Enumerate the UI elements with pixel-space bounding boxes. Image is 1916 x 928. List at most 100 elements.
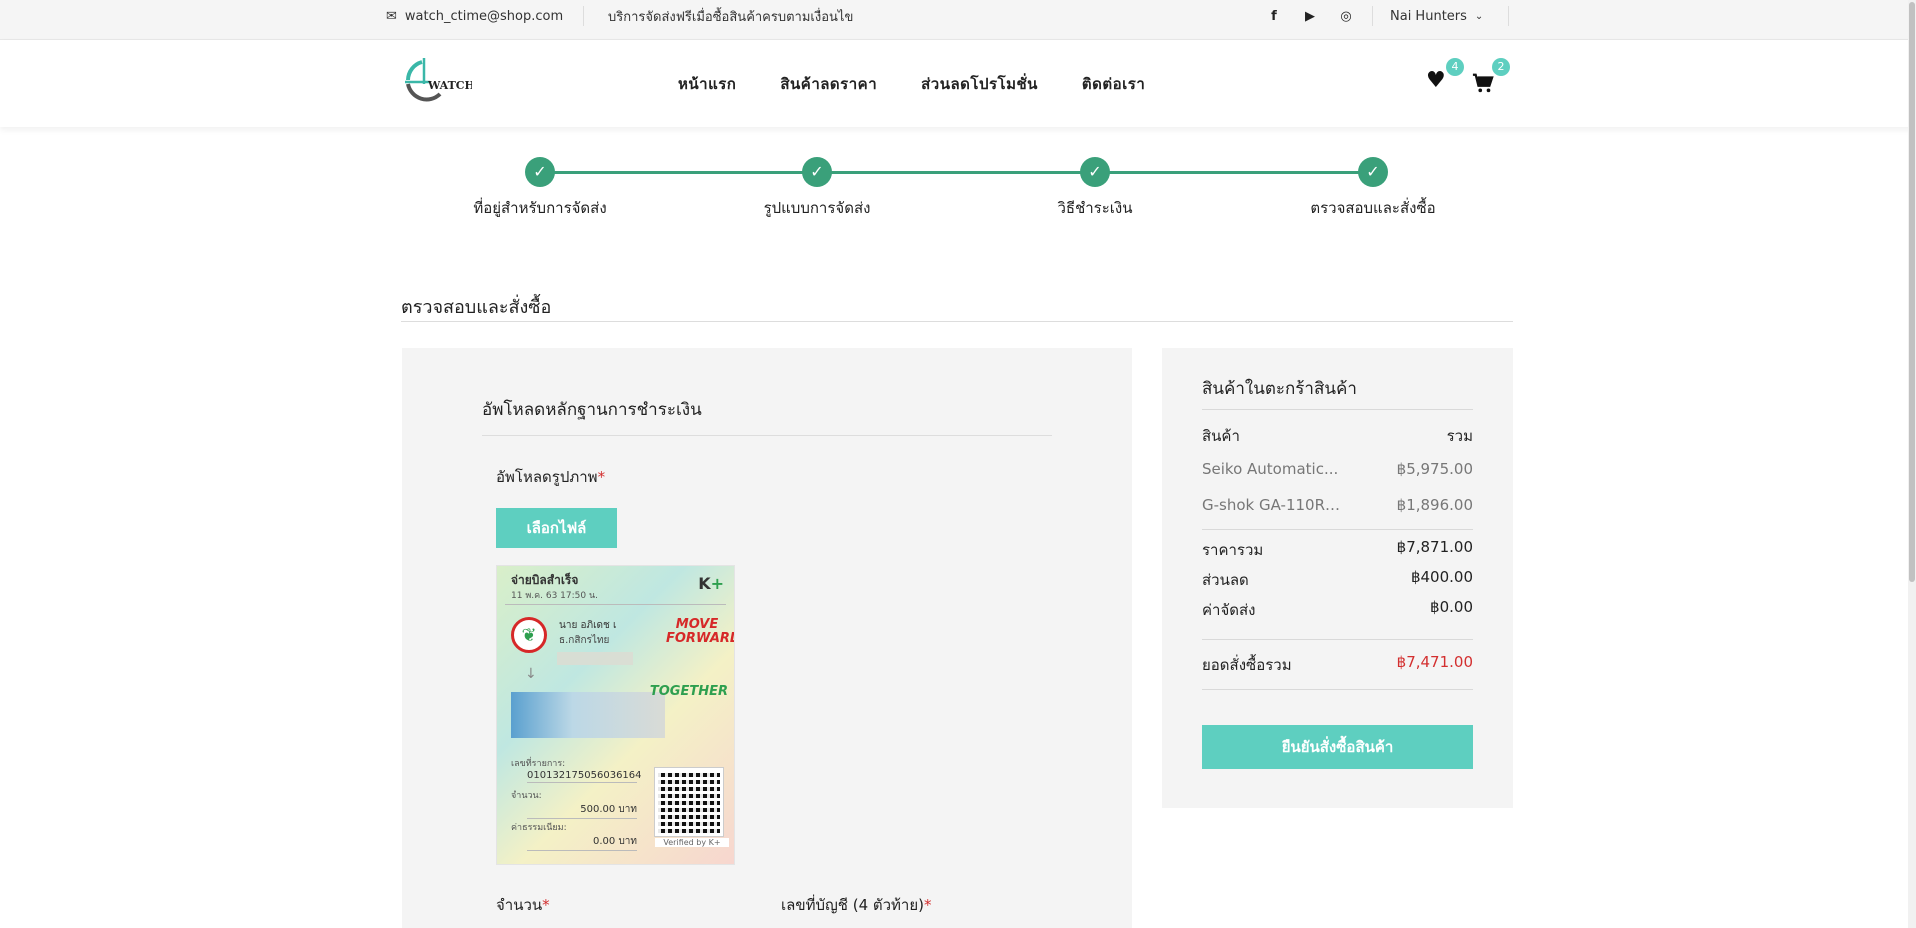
divider [1202, 409, 1473, 410]
shipping-value: ฿0.00 [1430, 598, 1473, 616]
main-header: WATCH หน้าแรก สินค้าลดราคา ส่วนลดโปรโมชั… [0, 40, 1916, 127]
step-shipping-address[interactable]: ✓ ที่อยู่สำหรับการจัดส่ง [440, 157, 640, 220]
discount-label: ส่วนลด [1202, 571, 1249, 589]
payment-slip-image: จ่ายบิลสำเร็จ 11 พ.ค. 63 17:50 น. K+ ❦ น… [496, 565, 735, 865]
checkout-stepper: ✓ ที่อยู่สำหรับการจัดส่ง ✓ รูปแบบการจัดส… [0, 152, 1916, 222]
check-icon: ✓ [1080, 157, 1110, 187]
col-product: สินค้า [1202, 427, 1240, 445]
slip-date: 11 พ.ค. 63 17:50 น. [511, 591, 598, 601]
divider [1202, 639, 1473, 640]
youtube-icon[interactable]: ▶ [1302, 9, 1318, 24]
divider [482, 435, 1052, 436]
step-label: รูปแบบการจัดส่ง [763, 199, 871, 217]
svg-text:WATCH: WATCH [427, 79, 472, 92]
slip-fee-value: 0.00 บาท [527, 834, 637, 851]
nav-promotion[interactable]: ส่วนลดโปรโมชั่น [921, 72, 1038, 96]
slip-amount-value: 500.00 บาท [527, 802, 637, 819]
divider [505, 604, 726, 605]
top-bar: ✉ watch_ctime@shop.com บริการจัดส่งฟรีเม… [0, 0, 1916, 40]
promo-text: บริการจัดส่งฟรีเมื่อซื้อสินค้าครบตามเงื่… [608, 9, 854, 25]
slip-amount-label: จำนวน: [511, 791, 542, 801]
main-nav: หน้าแรก สินค้าลดราคา ส่วนลดโปรโมชั่น ติด… [678, 40, 1145, 127]
cart-item: G-shok GA-110RD... ฿1,896.00 [1202, 496, 1473, 514]
contact-email[interactable]: ✉ watch_ctime@shop.com [386, 0, 563, 32]
subtotal-value: ฿7,871.00 [1396, 538, 1473, 556]
divider [583, 6, 584, 26]
slip-fee-label: ค่าธรรมเนียม: [511, 823, 567, 833]
cart-button[interactable]: 2 [1472, 58, 1510, 98]
scrollbar-thumb[interactable] [1909, 2, 1915, 582]
divider [1202, 529, 1473, 530]
step-shipping-method[interactable]: ✓ รูปแบบการจัดส่ง [717, 157, 917, 220]
step-label: ตรวจสอบและสั่งซื้อ [1310, 199, 1436, 217]
upload-image-label: อัพโหลดรูปภาพ* [496, 468, 606, 486]
blurred-account [557, 652, 633, 665]
kbank-logo-icon: ❦ [511, 617, 547, 653]
social-links: f ▶ ◎ [1266, 0, 1354, 32]
choose-file-button[interactable]: เลือกไฟล์ [496, 508, 617, 548]
arrow-down-icon: ↓ [525, 666, 537, 682]
cart-item: Seiko Automatic... ฿5,975.00 [1202, 460, 1473, 478]
page-scrollbar[interactable] [1908, 0, 1916, 928]
upload-section-title: อัพโหลดหลักฐานการชำระเงิน [482, 400, 702, 420]
header-icons: ♥ 4 2 [1426, 58, 1510, 98]
total-value: ฿7,471.00 [1396, 653, 1473, 671]
heart-icon: ♥ [1426, 68, 1446, 93]
nav-contact[interactable]: ติดต่อเรา [1082, 72, 1145, 96]
subtotal-row: ราคารวม ฿7,871.00 [1202, 538, 1473, 562]
divider [401, 321, 1513, 322]
page-title: ตรวจสอบและสั่งซื้อ [401, 297, 552, 318]
confirm-order-button[interactable]: ยืนยันสั่งซื้อสินค้า [1202, 725, 1473, 769]
kplus-logo: K+ [698, 574, 724, 593]
shipping-row: ค่าจัดส่ง ฿0.00 [1202, 598, 1473, 622]
envelope-icon: ✉ [386, 8, 397, 24]
slip-verified: Verified by K+ [655, 838, 729, 847]
logo[interactable]: WATCH [402, 58, 475, 108]
slip-payer: นาย อภิเดช เ [559, 620, 617, 631]
check-icon: ✓ [802, 157, 832, 187]
check-icon: ✓ [525, 157, 555, 187]
cart-summary-title: สินค้าในตะกร้าสินค้า [1202, 379, 1357, 399]
total-label: ยอดสั่งซื้อรวม [1202, 656, 1292, 674]
watch-logo-icon: WATCH [405, 58, 475, 102]
account-label: เลขที่บัญชี (4 ตัวท้าย)* [781, 896, 932, 914]
facebook-icon[interactable]: f [1266, 9, 1282, 24]
user-name: Nai Hunters [1390, 8, 1467, 24]
email-text: watch_ctime@shop.com [404, 8, 564, 24]
step-label: วิธีชำระเงิน [1057, 199, 1133, 217]
step-review-order[interactable]: ✓ ตรวจสอบและสั่งซื้อ [1273, 157, 1473, 220]
slip-move-forward: MOVE FORWARD [666, 617, 735, 647]
chevron-down-icon: ⌄ [1474, 10, 1484, 22]
check-icon: ✓ [1358, 157, 1388, 187]
slip-ref-label: เลขที่รายการ: [511, 759, 566, 769]
wishlist-button[interactable]: ♥ 4 [1426, 58, 1464, 98]
total-row: ยอดสั่งซื้อรวม ฿7,471.00 [1202, 653, 1473, 677]
quantity-label: จำนวน* [496, 896, 550, 914]
wishlist-count-badge: 4 [1446, 58, 1464, 76]
payment-proof-panel: อัพโหลดหลักฐานการชำระเงิน อัพโหลดรูปภาพ*… [402, 348, 1132, 928]
qr-code-icon [654, 767, 724, 837]
discount-row: ส่วนลด ฿400.00 [1202, 568, 1473, 592]
divider [1372, 6, 1373, 26]
subtotal-label: ราคารวม [1202, 541, 1264, 559]
nav-sale[interactable]: สินค้าลดราคา [780, 72, 877, 96]
cart-count-badge: 2 [1492, 58, 1510, 76]
item-price: ฿1,896.00 [1396, 496, 1473, 514]
item-name: G-shok GA-110RD... [1202, 496, 1342, 514]
col-total: รวม [1446, 427, 1473, 445]
slip-ref-value: 010132175056036164 [527, 770, 642, 783]
blurred-recipient [511, 692, 665, 738]
divider [1202, 689, 1473, 690]
item-price: ฿5,975.00 [1396, 460, 1473, 478]
step-label: ที่อยู่สำหรับการจัดส่ง [473, 199, 607, 217]
cart-icon [1472, 73, 1494, 93]
instagram-icon[interactable]: ◎ [1338, 9, 1354, 24]
shipping-label: ค่าจัดส่ง [1202, 601, 1256, 619]
summary-header-row: สินค้า รวม [1202, 424, 1473, 448]
slip-bank: ธ.กสิกรไทย [559, 635, 610, 646]
user-menu[interactable]: Nai Hunters ⌄ [1390, 0, 1483, 32]
slip-together: TOGETHER [649, 684, 728, 699]
step-payment-method[interactable]: ✓ วิธีชำระเงิน [995, 157, 1195, 220]
nav-home[interactable]: หน้าแรก [678, 72, 736, 96]
divider [1508, 6, 1509, 26]
